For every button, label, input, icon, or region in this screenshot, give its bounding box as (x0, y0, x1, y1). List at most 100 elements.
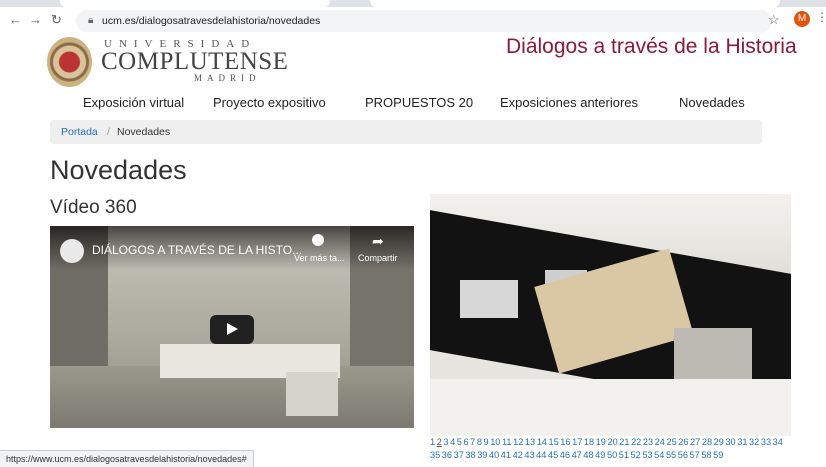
photo-case-rail (430, 379, 791, 436)
play-button[interactable] (210, 315, 254, 344)
pagination-link[interactable]: 20 (607, 437, 617, 447)
nav-item-proyecto-expositivo[interactable]: Proyecto expositivo (213, 95, 326, 110)
pagination-link[interactable]: 3 (443, 437, 448, 447)
logo-complutense-text[interactable]: COMPLUTENSE (101, 48, 288, 76)
pagination-link[interactable]: 9 (484, 437, 489, 447)
pagination: 1 2 3 4 5 6 7 8 9 10 11 12 13 14 15 16 1… (430, 436, 792, 462)
pagination-link[interactable]: 37 (454, 450, 464, 460)
pagination-link[interactable]: 57 (690, 450, 700, 460)
bookmark-star-icon[interactable]: ☆ (768, 12, 780, 28)
pagination-link[interactable]: 24 (655, 437, 665, 447)
photo-document (460, 280, 518, 318)
pagination-link[interactable]: 31 (737, 437, 747, 447)
pagination-link[interactable]: 55 (666, 450, 676, 460)
pagination-link[interactable]: 47 (572, 450, 582, 460)
watch-later-label[interactable]: Ver más ta... (294, 253, 345, 263)
nav-item-propuestos[interactable]: PROPUESTOS 20 (365, 95, 473, 110)
pagination-link[interactable]: 18 (584, 437, 594, 447)
pagination-link[interactable]: 38 (465, 450, 475, 460)
pagination-link[interactable]: 32 (749, 437, 759, 447)
pagination-link[interactable]: 7 (470, 437, 475, 447)
pagination-link[interactable]: 21 (619, 437, 629, 447)
pagination-link[interactable]: 35 (430, 450, 440, 460)
breadcrumb-home-link[interactable]: Portada (61, 120, 98, 144)
pagination-link[interactable]: 13 (525, 437, 535, 447)
pagination-link[interactable]: 44 (536, 450, 546, 460)
pagination-link[interactable]: 10 (490, 437, 500, 447)
address-url[interactable]: ucm.es/dialogosatravesdelahistoria/noved… (102, 15, 320, 27)
clock-icon[interactable] (312, 234, 324, 246)
pagination-link[interactable]: 16 (560, 437, 570, 447)
pagination-link[interactable]: 51 (619, 450, 629, 460)
exhibition-photo[interactable] (430, 194, 791, 436)
back-arrow-icon[interactable]: ← (9, 13, 22, 27)
pagination-link[interactable]: 45 (548, 450, 558, 460)
pagination-link[interactable]: 11 (502, 437, 512, 447)
pagination-link[interactable]: 34 (773, 437, 783, 447)
logo-madrid-text[interactable]: MADRID (194, 73, 261, 83)
browser-tab[interactable] (60, 0, 330, 7)
pagination-link[interactable]: 59 (713, 450, 723, 460)
pagination-link[interactable]: 28 (702, 437, 712, 447)
breadcrumb: Portada / Novedades (50, 120, 762, 144)
pagination-link[interactable]: 30 (725, 437, 735, 447)
browser-tab[interactable] (370, 0, 780, 7)
pagination-link[interactable]: 25 (666, 437, 676, 447)
pagination-link[interactable]: 6 (463, 437, 468, 447)
video-thumbnail-showcase (286, 372, 338, 416)
pagination-link[interactable]: 36 (442, 450, 452, 460)
pagination-link[interactable]: 17 (572, 437, 582, 447)
pagination-link[interactable]: 40 (489, 450, 499, 460)
pagination-link[interactable]: 2 (437, 437, 442, 447)
pagination-link[interactable]: 56 (678, 450, 688, 460)
pagination-link[interactable]: 26 (678, 437, 688, 447)
tab-strip (0, 0, 826, 7)
pagination-link[interactable]: 22 (631, 437, 641, 447)
profile-avatar[interactable]: M (794, 11, 810, 27)
university-seal-logo[interactable] (47, 37, 92, 87)
pagination-link[interactable]: 48 (583, 450, 593, 460)
nav-item-novedades[interactable]: Novedades (679, 95, 745, 110)
channel-avatar[interactable] (60, 239, 84, 263)
pagination-link[interactable]: 14 (537, 437, 547, 447)
pagination-link[interactable]: 12 (513, 437, 523, 447)
pagination-link[interactable]: 29 (714, 437, 724, 447)
nav-item-exposiciones-anteriores[interactable]: Exposiciones anteriores (500, 95, 638, 110)
pagination-link[interactable]: 58 (701, 450, 711, 460)
forward-arrow-icon[interactable]: → (29, 13, 42, 27)
browser-menu-icon[interactable]: ⋮ (816, 10, 826, 24)
pagination-link[interactable]: 50 (607, 450, 617, 460)
pagination-link[interactable]: 39 (477, 450, 487, 460)
address-bar[interactable]: 🔒︎ ucm.es/dialogosatravesdelahistoria/no… (76, 10, 772, 32)
pagination-link[interactable]: 42 (513, 450, 523, 460)
pagination-link[interactable]: 23 (643, 437, 653, 447)
status-bar-url: https://www.ucm.es/dialogosatravesdelahi… (0, 450, 254, 467)
pagination-link[interactable]: 49 (595, 450, 605, 460)
pagination-link[interactable]: 52 (631, 450, 641, 460)
video-title[interactable]: DIÁLOGOS A TRAVÉS DE LA HISTO... (92, 243, 302, 257)
browser-toolbar: ← → ↻ 🔒︎ ucm.es/dialogosatravesdelahisto… (0, 0, 826, 36)
pagination-link[interactable]: 19 (596, 437, 606, 447)
pagination-link[interactable]: 5 (457, 437, 462, 447)
pagination-link[interactable]: 33 (761, 437, 771, 447)
video-player[interactable]: DIÁLOGOS A TRAVÉS DE LA HISTO... Ver más… (50, 226, 414, 428)
photo-map (674, 328, 752, 384)
site-title[interactable]: Diálogos a través de la Historia (506, 35, 797, 59)
reload-icon[interactable]: ↻ (51, 13, 62, 27)
pagination-link[interactable]: 27 (690, 437, 700, 447)
pagination-link[interactable]: 15 (548, 437, 558, 447)
pagination-link[interactable]: 1 (430, 437, 435, 447)
pagination-link[interactable]: 53 (642, 450, 652, 460)
page-title: Novedades (50, 155, 187, 185)
share-label[interactable]: Compartir (358, 253, 398, 263)
pagination-link[interactable]: 43 (524, 450, 534, 460)
pagination-link[interactable]: 8 (477, 437, 482, 447)
pagination-link[interactable]: 54 (654, 450, 664, 460)
pagination-link[interactable]: 4 (450, 437, 455, 447)
lock-icon: 🔒︎ (88, 15, 94, 26)
share-arrow-icon[interactable]: ➦ (372, 233, 384, 250)
pagination-link[interactable]: 41 (501, 450, 511, 460)
pagination-link[interactable]: 46 (560, 450, 570, 460)
nav-item-exposicion-virtual[interactable]: Exposición virtual (83, 95, 184, 110)
breadcrumb-current: Novedades (117, 126, 171, 138)
